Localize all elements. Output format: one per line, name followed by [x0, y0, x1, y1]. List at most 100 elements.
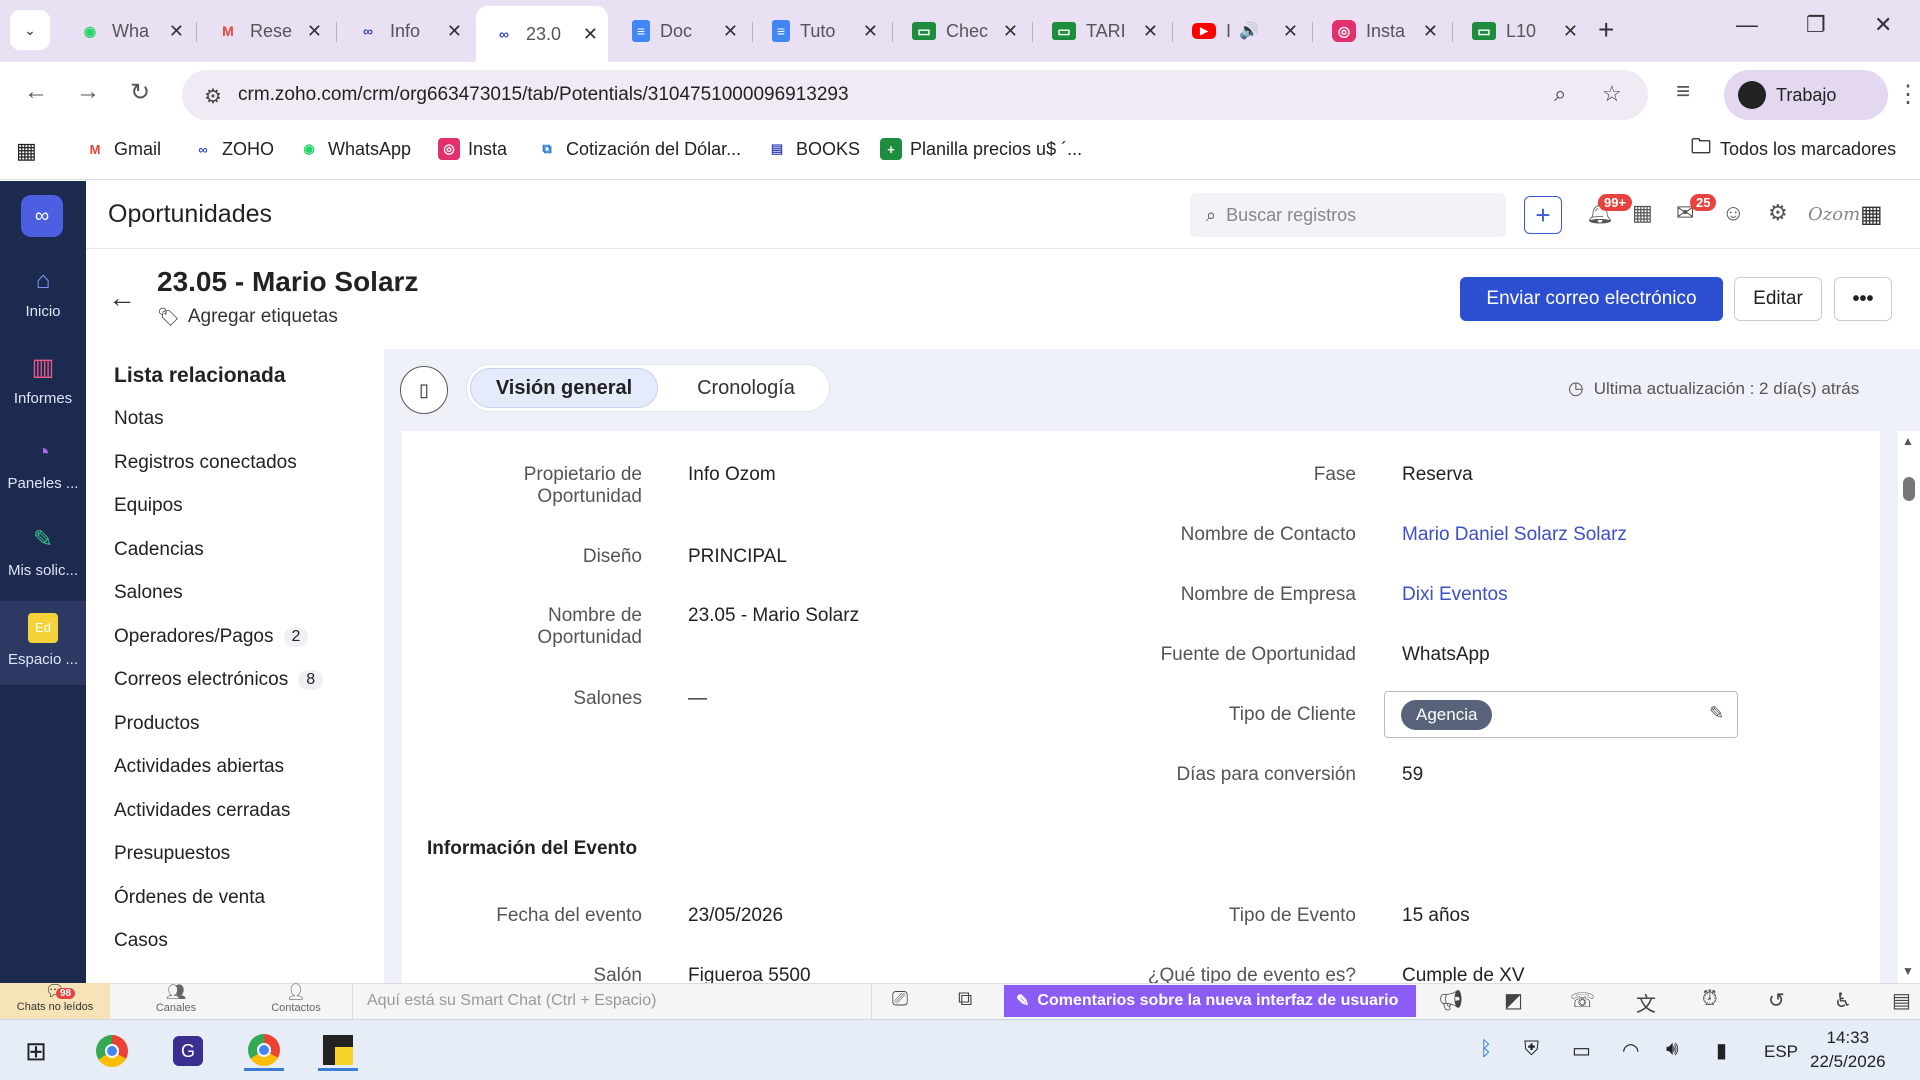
apps-grid-icon[interactable]: ▦: [16, 138, 37, 164]
browser-tab[interactable]: ◉ Wha ✕: [62, 10, 194, 52]
nav-espacio[interactable]: Ed Espacio ...: [0, 601, 86, 685]
apps-grid-icon[interactable]: ▦: [1860, 200, 1883, 229]
browser-tab[interactable]: ≡ Doc ✕: [616, 10, 748, 52]
browser-tab[interactable]: M Rese ✕: [200, 10, 332, 52]
brand-signature[interactable]: Ozom: [1808, 204, 1860, 225]
sticky-notes-icon[interactable]: [318, 1031, 358, 1071]
site-settings-icon[interactable]: ⚙: [204, 84, 222, 109]
profile-button[interactable]: Trabajo: [1724, 70, 1888, 120]
browser-tab[interactable]: ≡ Tuto ✕: [756, 10, 888, 52]
browser-tab[interactable]: ▭ Chec ✕: [896, 10, 1028, 52]
browser-tab[interactable]: ▶ I 🔊 ✕: [1176, 10, 1308, 52]
wifi-icon[interactable]: ◠: [1622, 1038, 1639, 1063]
translate-icon[interactable]: 文: [1636, 988, 1656, 1017]
browser-tab[interactable]: ▭ L10 ✕: [1456, 10, 1588, 52]
back-arrow-icon[interactable]: ←: [108, 282, 136, 314]
related-list-item[interactable]: Cadencias: [114, 539, 204, 561]
related-list-item[interactable]: Notas: [114, 408, 164, 430]
related-list-item[interactable]: Operadores/Pagos 2: [114, 626, 309, 648]
announcement-icon[interactable]: 📢︎: [1438, 988, 1463, 1013]
minimize-button[interactable]: —: [1736, 12, 1758, 38]
restore-button[interactable]: ❐: [1806, 12, 1826, 38]
remote-desktop-icon[interactable]: ⎚: [892, 988, 908, 1011]
contacts-button[interactable]: 👤︎ Contactos: [260, 984, 332, 1014]
browser-tab[interactable]: ▭ TARI ✕: [1036, 10, 1168, 52]
bookmark-dolar[interactable]: ⧉ Cotización del Dólar...: [536, 138, 741, 160]
smart-chat-input[interactable]: Aquí está su Smart Chat (Ctrl + Espacio): [352, 983, 872, 1019]
related-list-item[interactable]: Correos electrónicos 8: [114, 669, 324, 691]
bookmark-whatsapp[interactable]: ◉ WhatsApp: [298, 138, 411, 160]
back-icon[interactable]: ←: [24, 78, 48, 106]
zoom-icon[interactable]: ⌕: [1554, 81, 1566, 107]
scroll-up-arrow-icon[interactable]: ▲: [1902, 434, 1914, 448]
media-controls-icon[interactable]: ≡: [1676, 78, 1690, 106]
close-icon[interactable]: ✕: [1283, 21, 1298, 42]
language-indicator[interactable]: ESP: [1764, 1042, 1798, 1062]
close-icon[interactable]: ✕: [447, 21, 462, 42]
battery-icon[interactable]: ▭: [1572, 1038, 1591, 1063]
field-value-nombre-oportunidad[interactable]: 23.05 - Mario Solarz: [688, 605, 859, 627]
zoho-crm-logo[interactable]: ∞: [21, 195, 63, 237]
pencil-icon[interactable]: ✎: [1709, 703, 1724, 724]
close-icon[interactable]: ✕: [723, 21, 738, 42]
gear-icon[interactable]: ⚙: [1768, 200, 1788, 226]
browser-menu-icon[interactable]: ⋮: [1896, 80, 1920, 109]
scrollbar-thumb[interactable]: [1903, 477, 1915, 501]
tab-overview[interactable]: Visión general: [470, 368, 658, 408]
field-value-empresa-link[interactable]: Dixi Eventos: [1402, 584, 1508, 606]
tab-timeline[interactable]: Cronología: [668, 368, 824, 408]
field-value-fase[interactable]: Reserva: [1402, 464, 1473, 486]
alarm-icon[interactable]: ⏰︎: [1702, 988, 1718, 1011]
close-icon[interactable]: ✕: [1143, 21, 1158, 42]
field-value-salones[interactable]: —: [688, 688, 707, 710]
feedback-face-icon[interactable]: ☺: [1722, 200, 1744, 226]
bookmark-gmail[interactable]: M Gmail: [84, 138, 161, 160]
browser-tab[interactable]: ◎ Insta ✕: [1316, 10, 1448, 52]
more-actions-button[interactable]: •••: [1834, 277, 1892, 321]
related-list-item[interactable]: Registros conectados: [114, 452, 297, 474]
close-icon[interactable]: ✕: [1563, 21, 1578, 42]
chrome-icon[interactable]: [92, 1031, 132, 1071]
collapse-panel-button[interactable]: ▯: [400, 366, 448, 414]
edit-button[interactable]: Editar: [1734, 277, 1822, 321]
field-value-fuente[interactable]: WhatsApp: [1402, 644, 1490, 666]
bookmark-books[interactable]: ▤ BOOKS: [766, 138, 860, 160]
send-email-button[interactable]: Enviar correo electrónico: [1460, 277, 1723, 321]
details-scrollbar[interactable]: [1898, 431, 1920, 983]
activity-icon[interactable]: ◩: [1504, 988, 1523, 1013]
close-icon[interactable]: ✕: [307, 21, 322, 42]
windows-start-icon[interactable]: ⊞: [16, 1031, 56, 1071]
call-icon[interactable]: ☏: [1570, 988, 1595, 1013]
browser-tab[interactable]: ∞ Info ✕: [340, 10, 472, 52]
ui-feedback-button[interactable]: ✎ Comentarios sobre la nueva interfaz de…: [1004, 985, 1416, 1017]
channels-button[interactable]: 👥︎ Canales: [140, 984, 212, 1014]
bookmark-insta[interactable]: ◎ Insta: [438, 138, 507, 160]
forward-icon[interactable]: →: [76, 78, 100, 106]
bookmark-star-icon[interactable]: ☆: [1602, 81, 1622, 107]
quick-create-button[interactable]: +: [1524, 196, 1562, 234]
field-value-propietario[interactable]: Info Ozom: [688, 464, 776, 486]
unread-chats[interactable]: 💬︎ Chats no leídos: [0, 983, 110, 1019]
bookmark-zoho[interactable]: ∞ ZOHO: [192, 138, 274, 160]
phone-link-icon[interactable]: ▮: [1716, 1038, 1727, 1063]
nav-informes[interactable]: ▥ Informes: [0, 353, 86, 407]
security-shield-icon[interactable]: ⛨: [1524, 1038, 1539, 1061]
tab-search-dropdown[interactable]: ⌄: [10, 10, 50, 50]
field-value-contacto-link[interactable]: Mario Daniel Solarz Solarz: [1402, 524, 1627, 546]
close-icon[interactable]: ✕: [863, 21, 878, 42]
nav-mis-solicitudes[interactable]: ✎ Mis solic...: [0, 525, 86, 579]
system-clock[interactable]: 14:33 22/5/2026: [1810, 1026, 1886, 1074]
app-g-icon[interactable]: G: [168, 1031, 208, 1071]
close-icon[interactable]: ✕: [169, 21, 184, 42]
calendar-icon[interactable]: ▦: [1632, 200, 1653, 226]
related-list-item[interactable]: Equipos: [114, 495, 183, 517]
search-records[interactable]: ⌕ Buscar registros: [1190, 193, 1506, 237]
close-icon[interactable]: ✕: [1003, 21, 1018, 42]
bluetooth-icon[interactable]: ᛒ: [1480, 1038, 1492, 1061]
reload-icon[interactable]: ↻: [130, 78, 150, 107]
field-value-tipo-evento[interactable]: 15 años: [1402, 905, 1470, 927]
close-icon[interactable]: ✕: [583, 24, 598, 45]
field-value-fecha-evento[interactable]: 23/05/2026: [688, 905, 783, 927]
related-list-item[interactable]: Presupuestos: [114, 843, 230, 865]
close-window-button[interactable]: ✕: [1874, 12, 1892, 38]
